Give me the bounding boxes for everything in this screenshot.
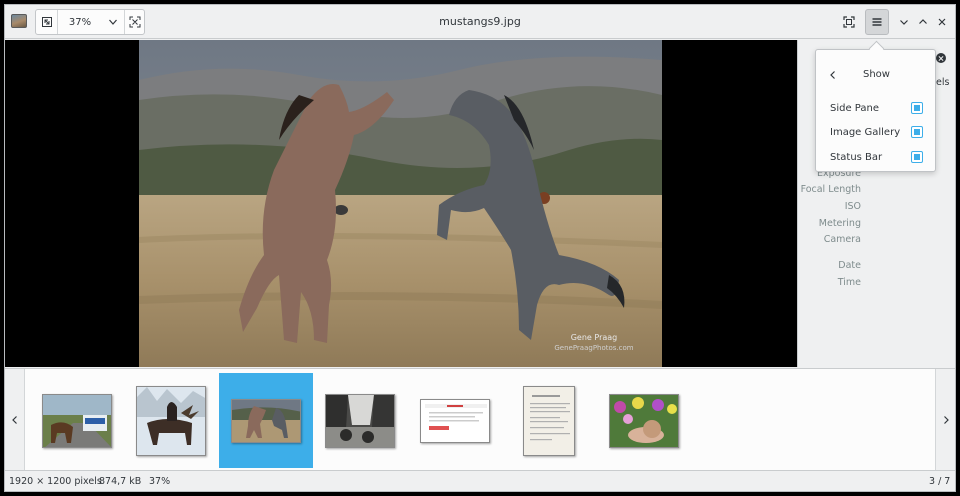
- thumbnail-7[interactable]: [597, 373, 691, 468]
- minimize-button[interactable]: [895, 9, 913, 35]
- mustangs-thumbnail: [231, 398, 301, 443]
- gallery-previous-button[interactable]: [5, 369, 25, 470]
- header-bar: 37% mustangs9.jpg: [5, 5, 955, 39]
- zoom-fit-button[interactable]: [36, 10, 58, 34]
- prop-camera: Camera: [823, 234, 861, 245]
- photo-credit-site: GenePraagPhotos.com: [554, 344, 634, 352]
- menu-item-status-bar[interactable]: Status Bar: [816, 147, 937, 169]
- show-menu-popup: Show Side Pane Image Gallery Status Bar: [815, 49, 936, 172]
- zoom-controls: 37%: [35, 9, 145, 35]
- zoom-original-button[interactable]: [124, 10, 145, 34]
- fullscreen-button[interactable]: [837, 9, 861, 35]
- image-position: 3 / 7: [929, 476, 951, 487]
- zoom-original-icon: [129, 16, 141, 28]
- maximize-icon: [919, 19, 927, 24]
- photo-credit-name: Gene Praag: [570, 333, 618, 342]
- fullscreen-icon: [843, 16, 855, 28]
- file-size: 874,7 kB: [99, 476, 142, 487]
- image-dimensions: 1920 × 1200 pixels: [9, 476, 102, 487]
- image-gallery-checkbox[interactable]: [911, 126, 923, 138]
- zoom-fit-icon: [41, 17, 52, 27]
- maximize-button[interactable]: [914, 9, 932, 35]
- document-thumbnail: [420, 398, 490, 443]
- app-icon: [11, 14, 27, 28]
- prop-time: Time: [837, 277, 861, 288]
- popup-title: Show: [863, 69, 890, 80]
- hamburger-menu-button[interactable]: [865, 9, 889, 35]
- chevron-left-icon: [11, 415, 17, 424]
- thumbnail-6[interactable]: [502, 373, 596, 468]
- thumbnail-4[interactable]: [313, 373, 407, 468]
- thumbnail-3-selected[interactable]: [219, 373, 313, 468]
- close-button[interactable]: [933, 9, 951, 35]
- image-gallery: [5, 368, 955, 471]
- gwenview-window: 37% mustangs9.jpg Gene Praag GenePraagPh…: [4, 4, 956, 492]
- close-side-pane-icon[interactable]: [936, 53, 946, 63]
- thumbnail-2[interactable]: [124, 373, 218, 468]
- status-zoom: 37%: [149, 476, 171, 487]
- prop-metering: Metering: [818, 218, 861, 229]
- prop-date: Date: [838, 260, 861, 271]
- image-view[interactable]: Gene Praag GenePraagPhotos.com: [5, 40, 797, 367]
- chevron-right-icon: [943, 415, 949, 424]
- status-bar: 1920 × 1200 pixels 874,7 kB 37% 3 / 7: [5, 472, 955, 491]
- mustangs-photo: Gene Praag GenePraagPhotos.com: [139, 40, 662, 367]
- gallery-next-button[interactable]: [935, 369, 955, 470]
- moose-snow-thumbnail: [136, 385, 206, 456]
- side-pane-checkbox[interactable]: [911, 102, 923, 114]
- prop-iso: ISO: [844, 201, 861, 212]
- prop-focal-length: Focal Length: [800, 184, 861, 195]
- chevron-down-icon: [109, 19, 117, 25]
- thumbnail-5[interactable]: [408, 373, 502, 468]
- zoom-level-input[interactable]: 37%: [58, 10, 102, 34]
- menu-item-image-gallery[interactable]: Image Gallery: [816, 122, 937, 144]
- menu-item-side-pane[interactable]: Side Pane: [816, 98, 937, 120]
- window-title: mustangs9.jpg: [439, 15, 521, 28]
- zoom-dropdown-button[interactable]: [102, 10, 124, 34]
- minimize-icon: [900, 20, 908, 25]
- menu-item-label: Image Gallery: [830, 127, 901, 138]
- hamburger-menu-icon: [872, 18, 882, 26]
- snail-flowers-thumbnail: [609, 393, 679, 448]
- waterfall-thumbnail: [325, 393, 395, 448]
- side-pane-partial-label: els: [936, 77, 950, 88]
- close-icon: [938, 18, 946, 26]
- paper-form-thumbnail: [523, 385, 575, 456]
- menu-item-label: Status Bar: [830, 152, 883, 163]
- status-bar-checkbox[interactable]: [911, 151, 923, 163]
- moose-road-thumbnail: [42, 393, 112, 448]
- menu-item-label: Side Pane: [830, 103, 880, 114]
- thumbnail-1[interactable]: [30, 373, 124, 468]
